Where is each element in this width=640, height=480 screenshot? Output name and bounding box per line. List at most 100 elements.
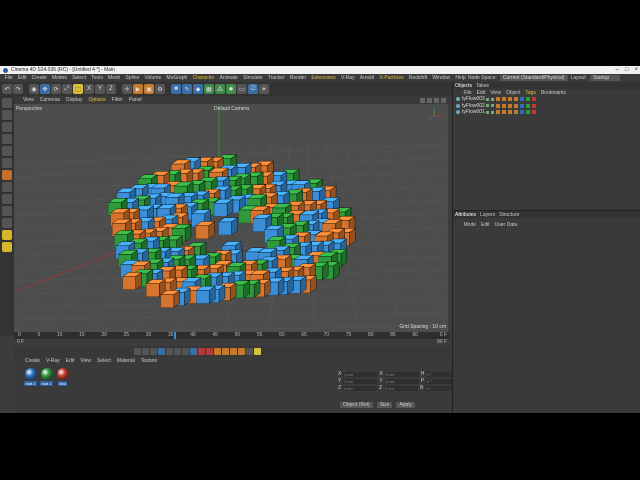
scale-key-icon[interactable]	[238, 348, 245, 355]
material-menu-material[interactable]: Material	[114, 358, 138, 364]
zoom-icon[interactable]	[427, 97, 432, 103]
prev-key-icon[interactable]	[142, 348, 149, 355]
solo-icon[interactable]	[2, 230, 12, 240]
apply-button[interactable]: Apply	[396, 402, 415, 408]
render-view-icon[interactable]: ▣	[144, 84, 154, 94]
menu-mograph[interactable]: MoGraph	[164, 75, 190, 81]
enable-check-icon[interactable]	[491, 110, 494, 114]
tag-icon[interactable]	[526, 97, 530, 102]
next-key-icon[interactable]	[174, 348, 181, 355]
object-menu-tags[interactable]: Tags	[523, 90, 539, 96]
menu-v-ray[interactable]: V-Ray	[338, 75, 357, 81]
menu-edit[interactable]: Edit	[15, 75, 29, 81]
material-swatch[interactable]: Mat	[56, 368, 69, 386]
enable-check-icon[interactable]	[491, 97, 494, 101]
pen-icon[interactable]: ✎	[182, 84, 192, 94]
tag-icon[interactable]	[532, 110, 536, 115]
tag-icon[interactable]	[514, 103, 518, 108]
material-swatch[interactable]: Mat.1	[40, 368, 53, 386]
array-icon[interactable]: ▦	[204, 84, 214, 94]
visibility-toggle[interactable]	[486, 104, 489, 108]
object-name[interactable]: tyFlow002	[462, 103, 485, 109]
tag-icon[interactable]	[496, 110, 500, 115]
tweak-mode-icon[interactable]	[2, 182, 12, 192]
attr-menu-user-data[interactable]: User Data	[492, 222, 520, 228]
deformer-icon[interactable]: ✺	[226, 84, 236, 94]
tab-objects[interactable]: Objects	[455, 83, 472, 89]
record-icon[interactable]	[198, 348, 205, 355]
rotate-tool-icon[interactable]: ⟳	[51, 84, 61, 94]
tag-icon[interactable]	[526, 103, 530, 108]
attr-tab-structure[interactable]: Structure	[499, 212, 519, 218]
maximize-button[interactable]: □	[625, 67, 629, 73]
node-space-dropdown[interactable]: Current (Standard/Physical)	[499, 75, 568, 81]
material-menu-edit[interactable]: Edit	[63, 358, 78, 364]
cloner-icon[interactable]: ⁂	[215, 84, 225, 94]
timeline-window-icon[interactable]	[254, 348, 261, 355]
viewport-menu-display[interactable]: Display	[63, 97, 85, 103]
attr-tab-attributes[interactable]: Attributes	[455, 212, 476, 218]
minimize-button[interactable]: –	[616, 67, 619, 73]
material-menu-texture[interactable]: Texture	[138, 358, 160, 364]
tag-icon[interactable]	[496, 97, 500, 102]
tag-icon[interactable]	[514, 97, 518, 102]
subdivision-icon[interactable]: ◆	[193, 84, 203, 94]
menu-create[interactable]: Create	[29, 75, 49, 81]
menu-file[interactable]: File	[2, 75, 15, 81]
tag-icon[interactable]	[496, 103, 500, 108]
redo-icon[interactable]: ↷	[13, 84, 23, 94]
goto-start-icon[interactable]	[134, 348, 141, 355]
move-tool-icon[interactable]: ✥	[40, 84, 50, 94]
coord-field[interactable]: 0 cm	[384, 378, 419, 384]
attr-tab-layers[interactable]: Layers	[480, 212, 495, 218]
attr-menu-mode[interactable]: Mode	[461, 222, 479, 228]
menu-modes[interactable]: Modes	[49, 75, 69, 81]
menu-extensions[interactable]: Extensions	[309, 75, 339, 81]
viewport-menu-cameras[interactable]: Cameras	[37, 97, 63, 103]
menu-character[interactable]: Character	[190, 75, 217, 81]
viewport-menu-view[interactable]: View	[20, 97, 37, 103]
material-menu-view[interactable]: View	[77, 358, 94, 364]
menu-tracker[interactable]: Tracker	[265, 75, 287, 81]
play-icon[interactable]	[158, 348, 165, 355]
render-region-icon[interactable]: ▶	[133, 84, 143, 94]
visibility-toggle[interactable]	[486, 97, 489, 101]
axis-mode-icon[interactable]	[2, 170, 12, 180]
object-menu-object[interactable]: Object	[503, 90, 522, 96]
coord-field[interactable]: 0 cm	[384, 385, 419, 391]
model-mode-icon[interactable]: ◉	[29, 84, 39, 94]
visibility-toggle[interactable]	[486, 110, 489, 114]
menu-simulate[interactable]: Simulate	[241, 75, 266, 81]
keyframe-selection-icon[interactable]	[214, 348, 221, 355]
workplane-icon[interactable]	[2, 206, 12, 216]
edges-mode-icon[interactable]	[2, 146, 12, 156]
coord-field[interactable]: 0 cm	[343, 385, 378, 391]
object-menu-file[interactable]: File	[461, 90, 474, 96]
next-frame-icon[interactable]	[166, 348, 173, 355]
lock-workplane-icon[interactable]	[2, 218, 12, 228]
z-axis-icon[interactable]: Z	[106, 84, 116, 94]
menu-arnold[interactable]: Arnold	[357, 75, 377, 81]
param-key-icon[interactable]	[246, 348, 253, 355]
model-icon[interactable]	[2, 110, 12, 120]
size-dropdown[interactable]: Size	[376, 402, 393, 408]
texture-icon[interactable]	[2, 122, 12, 132]
perspective-viewport[interactable]: Perspective Default Camera Grid Spacing …	[14, 104, 448, 332]
attr-menu-edit[interactable]: Edit	[479, 222, 493, 228]
object-menu-view[interactable]: View	[488, 90, 504, 96]
prev-frame-icon[interactable]	[150, 348, 157, 355]
pan-icon[interactable]	[420, 97, 425, 103]
orbit-icon[interactable]	[434, 97, 439, 103]
menu-tools[interactable]: Tools	[89, 75, 106, 81]
undo-icon[interactable]: ↶	[2, 84, 12, 94]
cube-icon[interactable]: ■	[171, 84, 181, 94]
tag-icon[interactable]	[520, 110, 524, 115]
floor-icon[interactable]: ▭	[237, 84, 247, 94]
enable-check-icon[interactable]	[491, 104, 494, 108]
menu-redshift[interactable]: Redshift	[406, 75, 430, 81]
menu-volume[interactable]: Volume	[142, 75, 164, 81]
tag-icon[interactable]	[502, 110, 506, 115]
tag-icon[interactable]	[508, 103, 512, 108]
current-frame[interactable]: 0 F	[440, 332, 447, 338]
tag-icon[interactable]	[532, 97, 536, 102]
